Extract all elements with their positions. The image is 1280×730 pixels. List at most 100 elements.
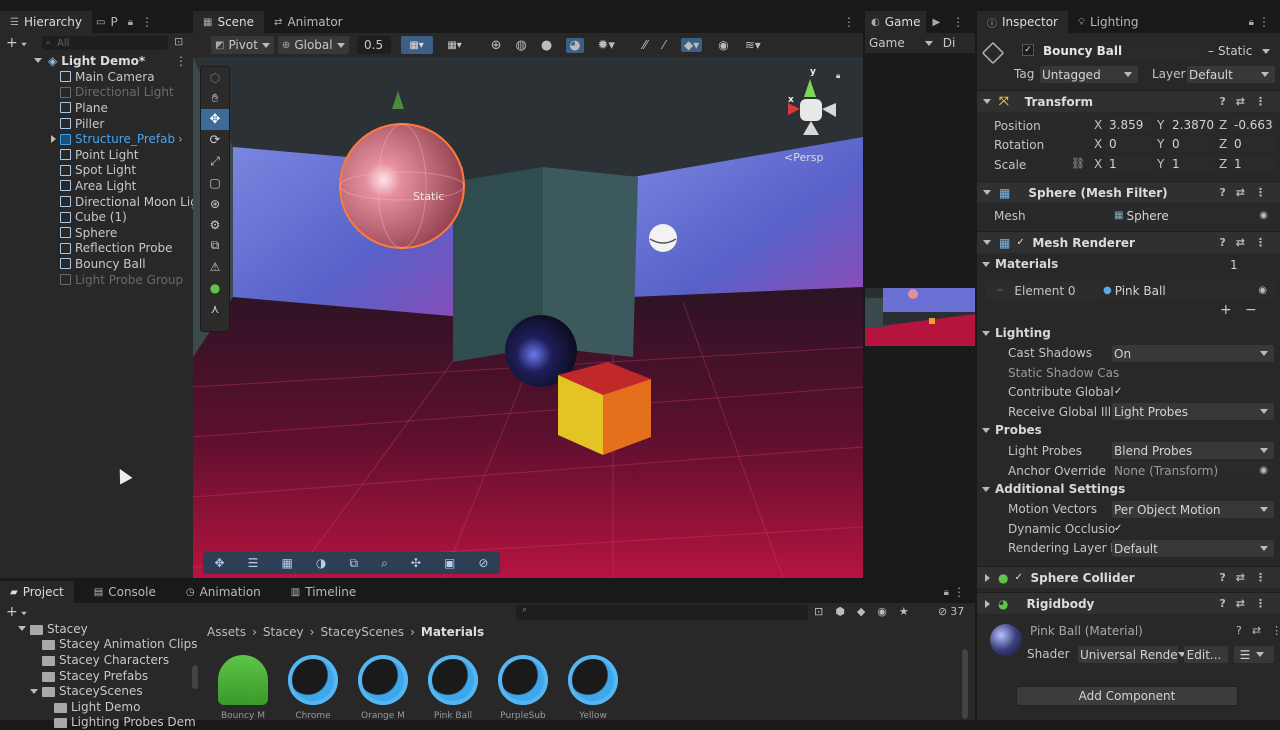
layers-icon[interactable]: ≋▾ <box>745 38 761 52</box>
asset-item[interactable]: Yellow <box>565 655 621 721</box>
transform-tool-icon[interactable]: ⊛ <box>201 193 229 214</box>
hierarchy-item[interactable]: Light Probe Group <box>60 272 183 288</box>
persp-toggle[interactable]: <Persp <box>784 151 823 164</box>
project-folder[interactable]: Stacey <box>18 621 88 637</box>
draw-mode-icon[interactable]: ⊕ <box>491 38 502 53</box>
hierarchy-item[interactable]: Directional Light <box>60 85 174 101</box>
asset-item[interactable]: Orange M <box>355 655 411 721</box>
inspector-scrollbar[interactable] <box>975 33 977 720</box>
open-prefab-icon[interactable]: › <box>178 132 183 146</box>
shader-list-button[interactable]: ☰ <box>1234 646 1274 663</box>
hierarchy-item[interactable]: Reflection Probe <box>60 241 173 257</box>
static-toggle[interactable]: – Static <box>1208 44 1271 58</box>
mesh-renderer-checkbox[interactable]: ✓ <box>1016 237 1026 248</box>
overlay-search-icon[interactable]: ⌕ <box>381 556 388 571</box>
target-icon[interactable]: ◉ <box>1259 210 1268 221</box>
mesh-renderer-header[interactable]: ▦ ✓ Mesh Renderer ? ⇄ ⋮ <box>977 231 1280 253</box>
foldout-icon[interactable] <box>30 688 38 694</box>
asset-item[interactable]: Bouncy M <box>215 655 271 721</box>
lock-icon[interactable]: 🔒︎ <box>944 587 949 598</box>
sphere-collider-header[interactable]: ● ✓ Sphere Collider ? ⇄ ⋮ <box>977 566 1280 588</box>
help-icon[interactable]: ? <box>1219 95 1225 108</box>
tab-hierarchy[interactable]: ☰ Hierarchy <box>0 11 92 33</box>
grid-snap-button[interactable]: ▦▾ <box>400 36 433 54</box>
add-component-button[interactable]: Add Component <box>1016 686 1238 706</box>
breadcrumb-item[interactable]: Materials <box>421 625 484 639</box>
contribute-gi-checkbox[interactable]: ✓ <box>1114 387 1124 397</box>
create-icon[interactable]: + <box>6 604 28 620</box>
more-icon[interactable]: ⋮ <box>141 15 153 29</box>
remove-element-button[interactable]: − <box>1245 302 1257 318</box>
rendering-layer-dropdown[interactable]: Default <box>1112 540 1274 557</box>
hand-tool-icon[interactable]: ✋︎ <box>201 88 229 109</box>
hierarchy-item[interactable]: Sphere <box>60 225 117 241</box>
active-checkbox[interactable]: ✓ <box>1022 44 1034 56</box>
display2-label[interactable]: Di <box>943 36 956 50</box>
tab-lighting[interactable]: 💡︎ Lighting <box>1068 11 1149 33</box>
materials-foldout[interactable]: Materials <box>982 257 1058 271</box>
more-icon[interactable]: ⋮ <box>953 585 965 599</box>
breadcrumb-item[interactable]: Assets <box>207 625 246 639</box>
rotation-y-field[interactable]: 0 <box>1169 136 1215 152</box>
tab-project[interactable]: ▰ Project <box>0 581 74 603</box>
hierarchy-item[interactable]: Piller <box>60 116 104 132</box>
target-icon[interactable]: ◉ <box>1259 465 1268 476</box>
filter-icon[interactable]: ⊡ <box>174 35 183 48</box>
position-x-field[interactable]: 3.859 <box>1106 117 1152 133</box>
layer-dropdown[interactable]: Default <box>1187 66 1275 83</box>
overlay-camera-icon[interactable]: ▣ <box>444 556 455 570</box>
shader-dropdown[interactable]: Universal Rende <box>1078 646 1186 663</box>
asset-item[interactable]: Chrome <box>285 655 341 721</box>
add-icon[interactable]: + <box>6 35 28 51</box>
preset-icon[interactable]: ⇄ <box>1252 624 1261 637</box>
tab-scene[interactable]: ▦ Scene <box>193 11 265 33</box>
more-icon[interactable]: ⋮ <box>1255 571 1266 584</box>
additional-foldout[interactable]: Additional Settings <box>982 482 1125 496</box>
view-tool-icon[interactable]: ⬡ <box>201 67 229 88</box>
position-y-field[interactable]: 2.3870 <box>1169 117 1215 133</box>
project-folder[interactable]: Stacey Prefabs <box>30 668 148 684</box>
hierarchy-item[interactable]: Point Light <box>60 147 139 163</box>
project-folder[interactable]: Stacey Animation Clips <box>30 637 197 653</box>
overlay-pivot-icon[interactable]: ✣ <box>411 556 421 570</box>
probe-tool-icon[interactable]: ⧉ <box>201 235 229 256</box>
rotate-tool-icon[interactable]: ⟳ <box>201 130 229 151</box>
target-icon[interactable]: ◉ <box>1258 285 1267 296</box>
object-name-field[interactable]: Bouncy Ball <box>1040 42 1202 60</box>
search-by-label-icon[interactable]: ⬢ <box>835 605 845 618</box>
lock-icon[interactable]: 🔒︎ <box>1249 17 1254 28</box>
game-viewport[interactable] <box>865 288 975 346</box>
overlay-grid-icon[interactable]: ▦ <box>281 556 292 570</box>
foldout-icon[interactable] <box>18 626 26 632</box>
more-icon[interactable]: ⋮ <box>1255 236 1266 249</box>
lighting-foldout[interactable]: Lighting <box>982 326 1051 340</box>
preset-icon[interactable]: ⇄ <box>1236 95 1245 108</box>
more-icon[interactable]: ⋮ <box>175 54 187 68</box>
hierarchy-item[interactable]: Cube (1) <box>60 209 127 225</box>
scale-tool-icon[interactable]: ⤢ <box>201 151 229 172</box>
lit-icon[interactable]: ◕ <box>566 37 584 53</box>
tab-console[interactable]: ▤ Console <box>84 581 166 603</box>
pivot-dropdown[interactable]: ◩ Pivot <box>211 36 274 54</box>
drag-handle-icon[interactable]: ═ <box>997 286 1002 296</box>
tab-animation[interactable]: ◷ Animation <box>176 581 271 603</box>
project-search-input[interactable]: ⌕ <box>516 605 808 620</box>
rect-tool-icon[interactable]: ▢ <box>201 172 229 193</box>
asset-item[interactable]: Pink Ball <box>425 655 481 721</box>
position-z-field[interactable]: -0.663 <box>1231 117 1277 133</box>
light-probes-dropdown[interactable]: Blend Probes <box>1112 442 1274 459</box>
more-icon[interactable]: ⋮ <box>952 15 964 29</box>
tab-game[interactable]: ◐ Game <box>865 11 927 33</box>
search-input[interactable]: ⌕ All <box>42 36 168 50</box>
mesh-filter-header[interactable]: ▦ Sphere (Mesh Filter) ? ⇄ ⋮ <box>977 181 1280 203</box>
overlay-align-icon[interactable]: ☰ <box>248 556 259 570</box>
gizmo-lock-icon[interactable]: 🔒︎ <box>836 71 840 81</box>
mesh-field[interactable]: ▦ Sphere ◉ <box>1112 207 1274 224</box>
transform-header[interactable]: ⤧ Transform ? ⇄ ⋮ <box>977 90 1280 112</box>
asset-scrollbar[interactable] <box>962 649 968 719</box>
scale-link-icon[interactable]: ⛓︎ <box>1071 157 1085 170</box>
more-icon[interactable]: ⋮ <box>1255 186 1266 199</box>
breadcrumb-item[interactable]: StaceyScenes <box>320 625 404 639</box>
hierarchy-item[interactable]: Directional Moon Lig <box>60 194 198 210</box>
display-dropdown[interactable]: Game <box>869 36 933 50</box>
